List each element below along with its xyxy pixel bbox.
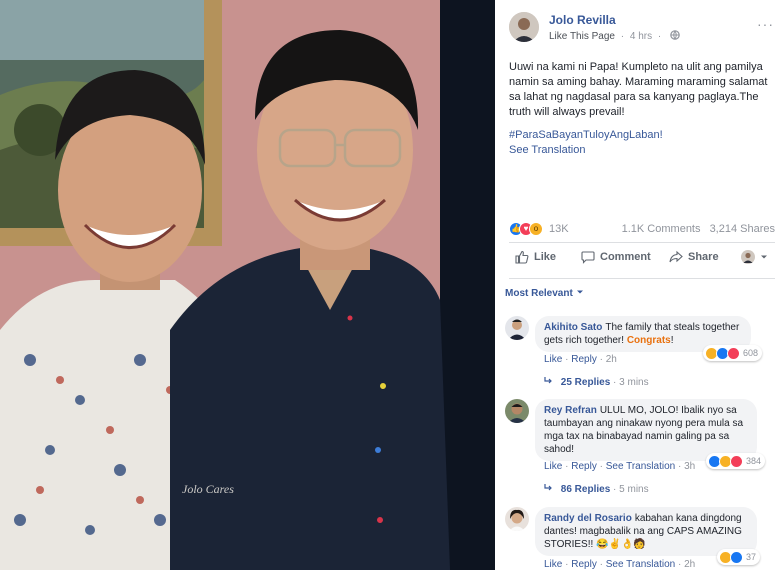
comment-item: Rey Refran ULUL MO, JOLO! Ibalik nyo sa t…	[505, 399, 775, 499]
meta-separator: ·	[620, 31, 625, 42]
comment-icon	[581, 251, 595, 264]
comment-item: Akihito Sato The family that steals toget…	[505, 316, 775, 392]
replies-count: 86 Replies	[560, 484, 611, 495]
reaction-count[interactable]: 13K	[549, 223, 569, 235]
divider	[509, 278, 775, 279]
action-bar: Like Comment Share	[509, 250, 775, 270]
comment-like-link[interactable]: Like	[544, 461, 562, 472]
globe-icon	[670, 30, 680, 40]
replies-time: 3 mins	[619, 377, 649, 388]
shares-count[interactable]: 3,214 Shares	[710, 223, 775, 235]
commenter-avatar[interactable]	[505, 507, 529, 531]
comment-like-link[interactable]: Like	[544, 559, 562, 570]
comment-reaction-summary[interactable]: 37	[717, 549, 761, 565]
angry-reaction-icon	[730, 454, 743, 468]
comment-reaction-summary[interactable]: 384	[706, 453, 766, 469]
comment-time[interactable]: 3h	[684, 461, 695, 472]
comment-like-link[interactable]: Like	[544, 354, 562, 365]
thumbs-up-icon	[515, 250, 529, 264]
comment-reaction-count: 37	[746, 552, 757, 562]
post-text: Uuwi na kami ni Papa! Kumpleto na ulit a…	[509, 61, 768, 118]
more-options-icon[interactable]: ···	[757, 16, 774, 32]
comment-reaction-count: 384	[746, 456, 762, 466]
comment-filter-dropdown[interactable]: Most Relevant	[505, 288, 584, 299]
caret-down-icon	[761, 255, 767, 259]
share-button[interactable]: Share	[669, 250, 719, 264]
comment-time[interactable]: 2h	[606, 354, 617, 365]
watermark-text: Jolo Cares	[182, 482, 234, 496]
divider	[509, 242, 775, 243]
replies-time: 5 mins	[619, 484, 649, 495]
post-photo[interactable]: Jolo Cares	[0, 0, 495, 570]
comment-time[interactable]: 2h	[684, 559, 695, 570]
view-replies-link[interactable]: 86 Replies · 5 mins	[544, 483, 649, 495]
share-icon	[669, 250, 683, 263]
meta-separator: ·	[657, 31, 662, 42]
caret-down-icon	[576, 290, 583, 294]
share-label: Share	[688, 251, 719, 263]
comment-reply-link[interactable]: Reply	[571, 354, 597, 365]
commenter-name[interactable]: Rey Refran	[544, 405, 597, 416]
commenter-avatar[interactable]	[505, 399, 529, 423]
comment-button[interactable]: Comment	[581, 250, 651, 264]
comment-reaction-count: 608	[743, 348, 759, 358]
comment-see-translation-link[interactable]: See Translation	[606, 559, 676, 570]
reply-arrow-icon	[544, 377, 552, 384]
like-page-link[interactable]: Like This Page	[549, 31, 615, 42]
comment-reply-link[interactable]: Reply	[571, 461, 597, 472]
commenter-name[interactable]: Akihito Sato	[544, 322, 602, 333]
comment-actions: Like · Reply · See Translation · 2h	[544, 559, 696, 570]
like-label: Like	[534, 251, 557, 263]
engagement-counts: 👍 ♥ o 13K 1.1K Comments 3,214 Shares	[509, 222, 775, 238]
post-meta: Like This Page · 4 hrs ·	[549, 30, 680, 42]
like-button[interactable]: Like	[515, 250, 556, 264]
congrats-highlight: Congrats	[626, 335, 671, 346]
comment-actions: Like · Reply · 2h	[544, 354, 617, 365]
photo-illustration: Jolo Cares	[0, 0, 495, 570]
post-as-selector[interactable]	[741, 250, 768, 264]
comment-bubble: Rey Refran ULUL MO, JOLO! Ibalik nyo sa t…	[535, 399, 757, 461]
like-reaction-icon	[730, 550, 743, 564]
reply-arrow-icon	[544, 484, 552, 491]
comment-filter-label: Most Relevant	[505, 288, 573, 299]
page-name[interactable]: Jolo Revilla	[549, 13, 616, 27]
post-sidebar: Jolo Revilla Like This Page · 4 hrs · ··…	[495, 0, 780, 570]
replies-count: 25 Replies	[560, 377, 611, 388]
comment-reaction-summary[interactable]: 608	[703, 345, 763, 361]
comment-label: Comment	[600, 251, 651, 263]
post-time[interactable]: 4 hrs	[630, 31, 652, 42]
post-header: Jolo Revilla Like This Page · 4 hrs · ··…	[509, 12, 774, 46]
comment-reply-link[interactable]: Reply	[571, 559, 597, 570]
emoji-string: 😂✌👌🧑	[596, 539, 646, 550]
comment-share-counts: 1.1K Comments 3,214 Shares	[622, 223, 775, 235]
comment-actions: Like · Reply · See Translation · 3h	[544, 461, 696, 472]
commenter-avatar[interactable]	[505, 316, 529, 340]
commenter-name[interactable]: Randy del Rosario	[544, 513, 632, 524]
see-translation-link[interactable]: See Translation	[509, 144, 585, 156]
view-replies-link[interactable]: 25 Replies · 3 mins	[544, 376, 649, 388]
angry-reaction-icon	[727, 346, 740, 360]
page-avatar[interactable]	[509, 12, 539, 42]
comment-text-end: !	[670, 335, 674, 346]
comments-count[interactable]: 1.1K Comments	[622, 223, 701, 235]
profile-avatar-icon	[741, 250, 755, 264]
wow-reaction-icon: o	[529, 222, 543, 236]
comment-see-translation-link[interactable]: See Translation	[606, 461, 676, 472]
hashtag-link[interactable]: #ParaSaBayanTuloyAngLaban!	[509, 129, 663, 141]
comment-item: Randy del Rosario kabahan kana dingdong d…	[505, 507, 775, 570]
